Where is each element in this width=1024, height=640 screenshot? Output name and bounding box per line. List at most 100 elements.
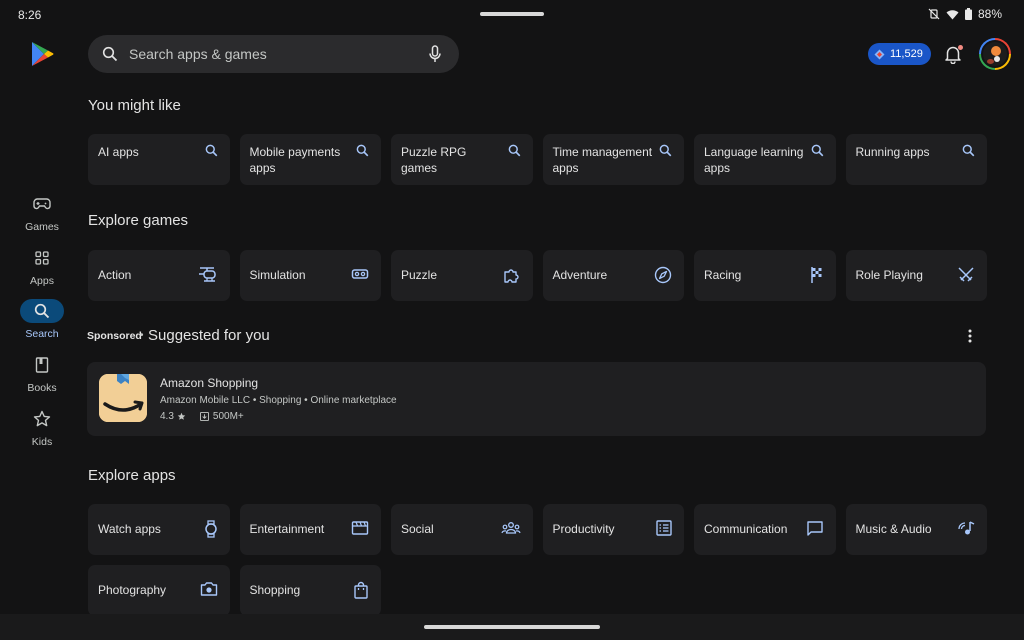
chat-bubble-icon [806,521,823,536]
search-icon [205,144,217,157]
account-avatar[interactable] [979,38,1011,70]
suggestion-chip[interactable]: AI apps [88,134,230,185]
vr-headset-icon [351,269,369,279]
download-icon [199,412,209,421]
chip-label: Action [98,268,132,282]
app-downloads: 500M+ [212,411,244,422]
category-chip-action[interactable]: Action [88,250,230,301]
battery-icon [964,8,972,20]
chip-label: Puzzle RPG games [401,145,467,175]
section-title-explore-games: Explore games [88,212,189,229]
suggestion-chip[interactable]: Puzzle RPG games [391,134,533,185]
notification-dot [958,45,963,50]
rail-label: Search [25,328,59,340]
chip-label: Racing [704,268,742,282]
separator: • [252,395,257,406]
more-vert-icon[interactable] [967,328,973,344]
category-chip-racing[interactable]: Racing [694,250,836,301]
search-icon [34,303,50,319]
section-title-you-might-like: You might like [88,97,181,114]
category-chip-puzzle[interactable]: Puzzle [391,250,533,301]
checklist-icon [656,520,672,536]
chip-label: Simulation [249,268,306,282]
sponsored-app-card[interactable]: Amazon Shopping Amazon Mobile LLC • Shop… [87,362,986,436]
suggestion-chip[interactable]: Mobile payments apps [239,134,381,185]
apps-grid-icon [35,251,49,265]
category-chip-adventure[interactable]: Adventure [542,250,684,301]
sponsored-label: Sponsored [87,330,142,342]
search-icon [962,144,975,157]
microphone-icon[interactable] [429,45,441,63]
chip-label: Social [401,522,434,536]
app-developer: Amazon Mobile LLC [160,395,251,406]
play-points-icon [874,49,885,59]
rail-item-kids[interactable]: Kids [0,407,84,455]
clapperboard-icon [351,521,369,535]
chip-label: Role Playing [855,268,923,282]
checkered-flag-icon [810,267,821,283]
rail-label: Books [27,382,57,394]
status-time: 8:26 [18,8,42,22]
rail-item-apps[interactable]: Apps [0,246,84,294]
music-note-icon [958,521,975,535]
rail-label: Kids [31,436,53,448]
rail-item-books[interactable]: Books [0,353,84,401]
chip-label: Communication [704,522,788,536]
explore-apps-row-1: Watch apps Entertainment Social Producti… [88,504,987,555]
app-stats: 4.3 500M+ [160,411,244,422]
chip-label: AI apps [98,145,139,159]
separator: • [304,395,308,406]
search-input[interactable] [129,35,399,73]
category-chip-photography[interactable]: Photography [88,565,230,616]
app-category: Shopping [259,395,302,406]
category-chip-productivity[interactable]: Productivity [542,504,684,555]
search-bar[interactable] [88,35,459,73]
gamepad-icon [33,198,51,210]
category-chip-simulation[interactable]: Simulation [239,250,381,301]
chip-label: Music & Audio [855,522,932,536]
play-points-value: 11,529 [890,48,923,60]
status-bar: 8:26 88% [0,0,1024,30]
category-chip-watch-apps[interactable]: Watch apps [88,504,230,555]
rail-label: Apps [30,275,54,287]
app-rating: 4.3 [160,411,174,422]
category-chip-entertainment[interactable]: Entertainment [239,504,381,555]
search-icon [356,144,369,157]
category-chip-role-playing[interactable]: Role Playing [845,250,987,301]
suggestion-chip[interactable]: Time management apps [542,134,684,185]
you-might-like-row: AI apps Mobile payments apps Puzzle RPG … [88,134,987,185]
rail-item-search[interactable]: Search [0,299,84,347]
play-store-logo[interactable] [29,41,55,67]
book-icon [35,357,49,373]
app-subcategory: Online marketplace [310,395,397,406]
play-points-badge[interactable]: 11,529 [868,43,931,65]
status-icons: 88% [928,7,1002,21]
search-icon [508,144,520,157]
gesture-handle[interactable] [424,625,600,629]
section-title-explore-apps: Explore apps [88,467,176,484]
category-chip-music-audio[interactable]: Music & Audio [845,504,987,555]
suggestion-chip[interactable]: Running apps [845,134,987,185]
search-icon [102,46,118,62]
chip-label: Language learning apps [704,145,804,175]
explore-games-row: Action Simulation Puzzle Adventure Racin… [88,250,987,301]
search-icon [811,144,823,157]
top-handle [480,12,544,16]
battery-percent: 88% [977,7,1002,21]
vibrate-off-icon [928,8,940,20]
chip-label: Puzzle [401,268,438,282]
category-chip-social[interactable]: Social [391,504,533,555]
suggestion-chip[interactable]: Language learning apps [694,134,836,185]
chip-label: Entertainment [249,522,325,536]
category-chip-shopping[interactable]: Shopping [239,565,381,616]
suggested-header: Sponsored • Suggested for you [87,326,987,346]
compass-icon [654,266,672,284]
app-name: Amazon Shopping [160,376,259,390]
app-downloads-group: 500M+ [199,411,244,422]
category-chip-communication[interactable]: Communication [694,504,836,555]
chip-label: Adventure [552,268,608,282]
chip-label: Productivity [552,522,615,536]
chip-label: Photography [98,583,167,597]
rail-item-games[interactable]: Games [0,192,84,240]
amazon-app-icon [99,374,147,422]
